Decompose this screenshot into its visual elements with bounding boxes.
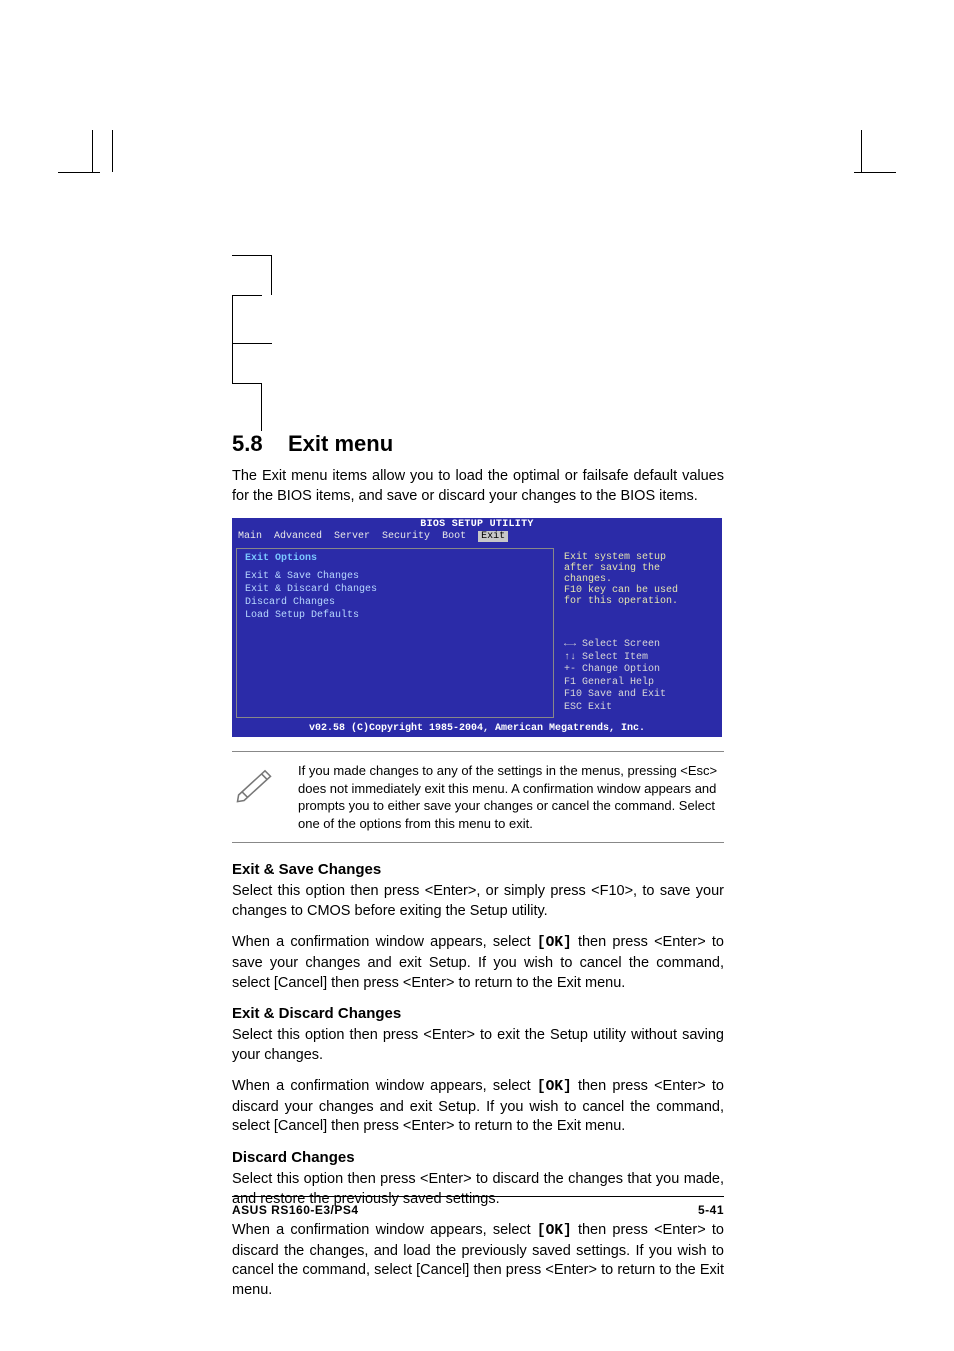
bios-key-line: ESC Exit — [564, 702, 712, 715]
section-heading: Exit & Save Changes — [232, 861, 724, 878]
note-box: If you made changes to any of the settin… — [232, 751, 724, 843]
footer-right: 5-41 — [698, 1203, 724, 1217]
note-icon — [232, 762, 276, 811]
bios-footer: v02.58 (C)Copyright 1985-2004, American … — [232, 722, 722, 737]
heading-title: Exit menu — [288, 431, 393, 456]
section-paragraph: Select this option then press <Enter> to… — [232, 1026, 724, 1065]
bios-option: Load Setup Defaults — [245, 609, 545, 622]
intro-paragraph: The Exit menu items allow you to load th… — [232, 467, 724, 506]
page-footer: ASUS RS160-E3/PS4 5-41 — [232, 1196, 724, 1217]
bios-key-line: ←→ Select Screen — [564, 639, 712, 652]
bios-left-pane: Exit Options Exit & Save Changes Exit & … — [236, 548, 554, 718]
bios-tab: Advanced — [274, 531, 322, 542]
section-paragraph: When a confirmation window appears, sele… — [232, 1221, 724, 1300]
bios-tabs: Main Advanced Server Security Boot Exit — [232, 531, 722, 544]
bios-tab-active: Exit — [478, 531, 508, 542]
bios-option: Discard Changes — [245, 596, 545, 609]
note-text: If you made changes to any of the settin… — [298, 762, 724, 832]
bios-help-line: for this operation. — [564, 596, 712, 607]
bios-key-line: ↑↓ Select Item — [564, 652, 712, 665]
bios-key-line: F10 Save and Exit — [564, 689, 712, 702]
bios-help-line: Exit system setup — [564, 552, 712, 563]
bios-tab: Boot — [442, 531, 466, 542]
section-heading: Discard Changes — [232, 1149, 724, 1166]
bios-title: BIOS SETUP UTILITY — [232, 518, 722, 531]
section-paragraph: Select this option then press <Enter>, o… — [232, 882, 724, 921]
bios-help-line: changes. — [564, 574, 712, 585]
bios-key-line: F1 General Help — [564, 677, 712, 690]
bios-tab: Security — [382, 531, 430, 542]
bios-right-pane: Exit system setup after saving the chang… — [558, 548, 718, 718]
section-paragraph: When a confirmation window appears, sele… — [232, 933, 724, 993]
section-paragraph: When a confirmation window appears, sele… — [232, 1077, 724, 1137]
section-heading: Exit & Discard Changes — [232, 1005, 724, 1022]
bios-screenshot: BIOS SETUP UTILITY Main Advanced Server … — [232, 518, 722, 737]
bios-options-header: Exit Options — [245, 553, 545, 564]
bios-key-line: +- Change Option — [564, 664, 712, 677]
bios-option: Exit & Save Changes — [245, 570, 545, 583]
heading-number: 5.8 — [232, 431, 288, 457]
bios-help-line: F10 key can be used — [564, 585, 712, 596]
bios-tab: Server — [334, 531, 370, 542]
bios-tab: Main — [238, 531, 262, 542]
bios-help-line: after saving the — [564, 563, 712, 574]
page-heading: 5.8Exit menu — [232, 431, 724, 457]
footer-left: ASUS RS160-E3/PS4 — [232, 1203, 359, 1217]
bios-option: Exit & Discard Changes — [245, 583, 545, 596]
